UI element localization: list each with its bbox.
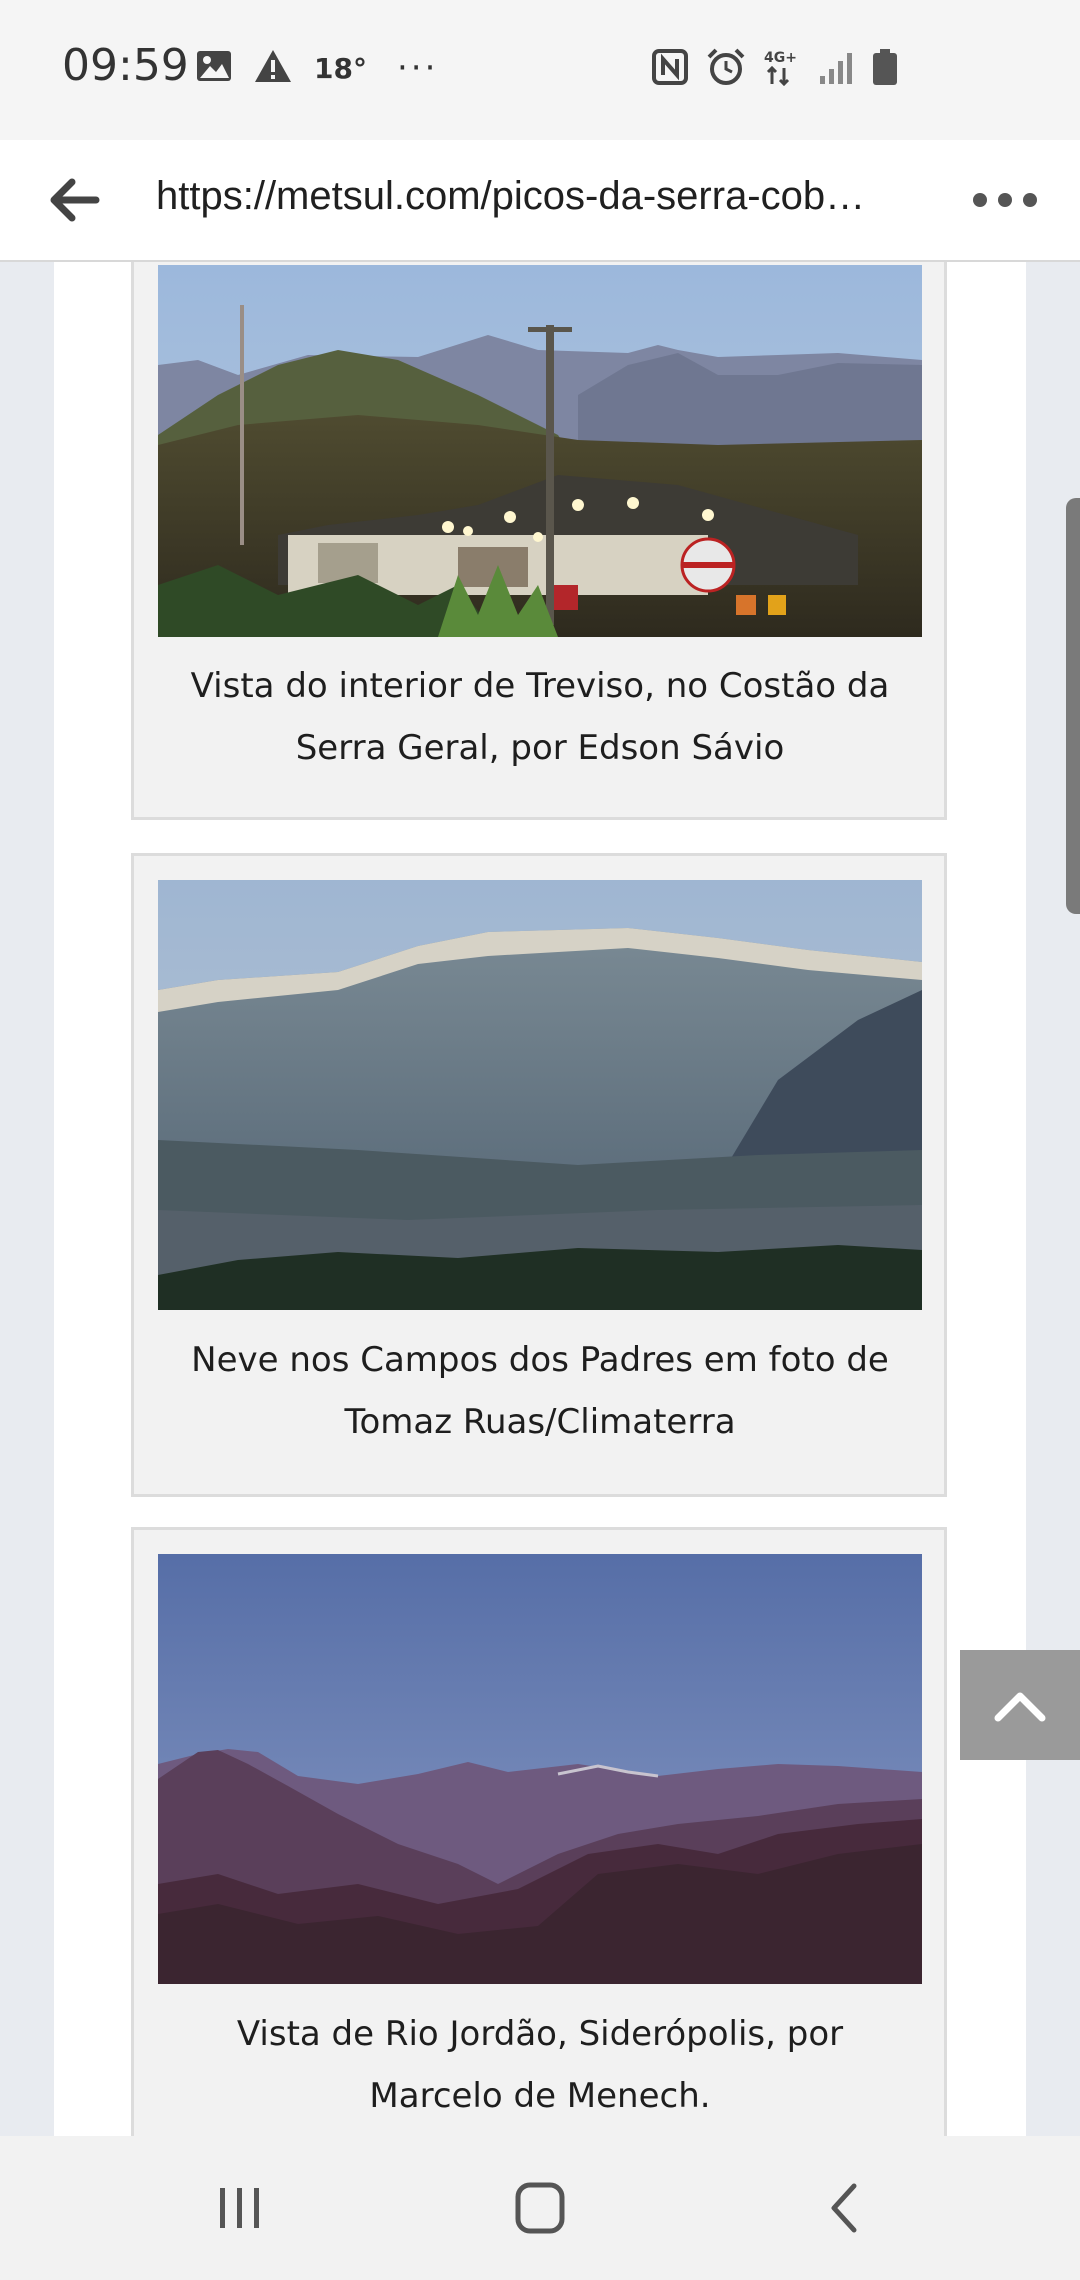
caption-line: Serra Geral, por Edson Sávio [295, 728, 785, 768]
network-4g-icon: 4G+ [764, 48, 800, 90]
figure-card: Neve nos Campos dos Padres em foto de To… [131, 853, 947, 1497]
web-content[interactable]: Vista do interior de Treviso, no Costão … [0, 262, 1080, 2136]
chevron-up-icon [994, 1692, 1046, 1722]
home-icon [515, 2182, 565, 2234]
scroll-to-top-button[interactable] [960, 1650, 1080, 1760]
battery-icon [872, 48, 898, 90]
figure-caption: Vista do interior de Treviso, no Costão … [158, 655, 922, 779]
figure-caption: Neve nos Campos dos Padres em foto de To… [158, 1329, 922, 1453]
alarm-icon [706, 48, 746, 90]
image-icon [196, 50, 232, 86]
caption-line: Vista do interior de Treviso, no Costão … [190, 666, 890, 706]
caption-line: Tomaz Ruas/Climaterra [344, 1402, 736, 1442]
back-button[interactable] [44, 170, 104, 230]
status-bar: 09:59 18° ··· 4G+ [0, 0, 1080, 140]
system-back-button[interactable] [806, 2178, 886, 2238]
more-options-button[interactable] [970, 180, 1040, 220]
overflow-dots: ··· [396, 48, 439, 88]
scrollbar-thumb[interactable] [1066, 498, 1080, 914]
url-field[interactable]: https://metsul.com/picos-da-serra-cob… [156, 174, 916, 219]
home-button[interactable] [500, 2178, 580, 2238]
caption-line: Neve nos Campos dos Padres em foto de [191, 1340, 889, 1380]
temperature: 18° [314, 51, 367, 85]
figure-card: Vista do interior de Treviso, no Costão … [131, 262, 947, 820]
nfc-icon [652, 49, 688, 89]
photo-treviso[interactable] [158, 265, 922, 637]
arrow-left-icon [50, 178, 100, 222]
photo-rio-jordao[interactable] [158, 1554, 922, 1984]
photo-campos-dos-padres[interactable] [158, 880, 922, 1310]
more-horizontal-icon [973, 193, 1037, 207]
status-time: 09:59 [62, 40, 189, 91]
status-icons-left: 18° ··· [196, 48, 438, 88]
figure-caption: Vista de Rio Jordão, Siderópolis, por Ma… [158, 2003, 922, 2127]
browser-toolbar: https://metsul.com/picos-da-serra-cob… [0, 140, 1080, 262]
caption-line: Vista de Rio Jordão, Siderópolis, por [236, 2014, 844, 2054]
recent-apps-button[interactable] [200, 2178, 280, 2238]
signal-icon [818, 50, 854, 88]
figure-card: Vista de Rio Jordão, Siderópolis, por Ma… [131, 1527, 947, 2136]
chevron-left-icon [831, 2183, 857, 2233]
network-label: 4G+ [764, 50, 797, 66]
caption-line: Marcelo de Menech. [369, 2076, 711, 2116]
system-nav-bar [0, 2136, 1080, 2280]
status-icons-right: 4G+ [652, 48, 898, 90]
recent-apps-icon [220, 2188, 259, 2228]
warning-icon [254, 49, 292, 87]
